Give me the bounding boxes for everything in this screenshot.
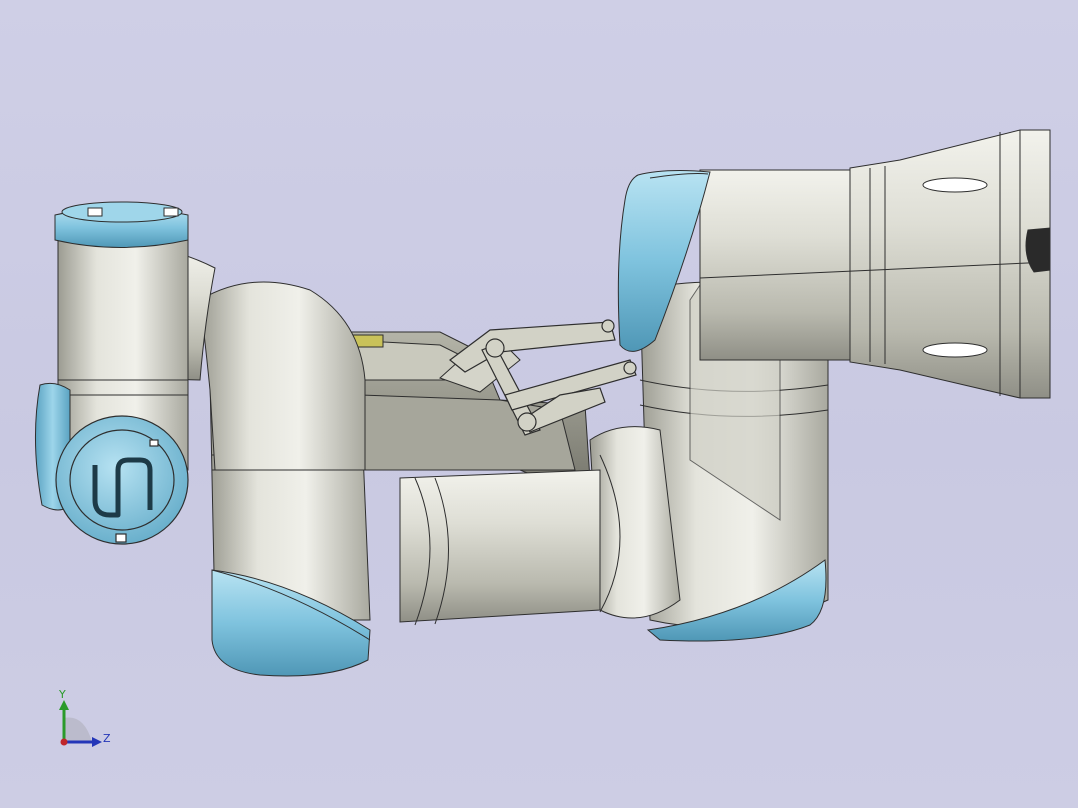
- robot-arm-model[interactable]: [0, 0, 1078, 808]
- z-axis-label: Z: [103, 732, 111, 745]
- coordinate-triad[interactable]: [59, 700, 102, 747]
- x-axis-dot: [60, 738, 68, 746]
- y-axis-label: Y: [59, 688, 66, 701]
- logo-cap: [55, 415, 189, 545]
- cad-3d-viewport[interactable]: Y Z: [0, 0, 1078, 808]
- wrist-joint-right: [699, 129, 1051, 399]
